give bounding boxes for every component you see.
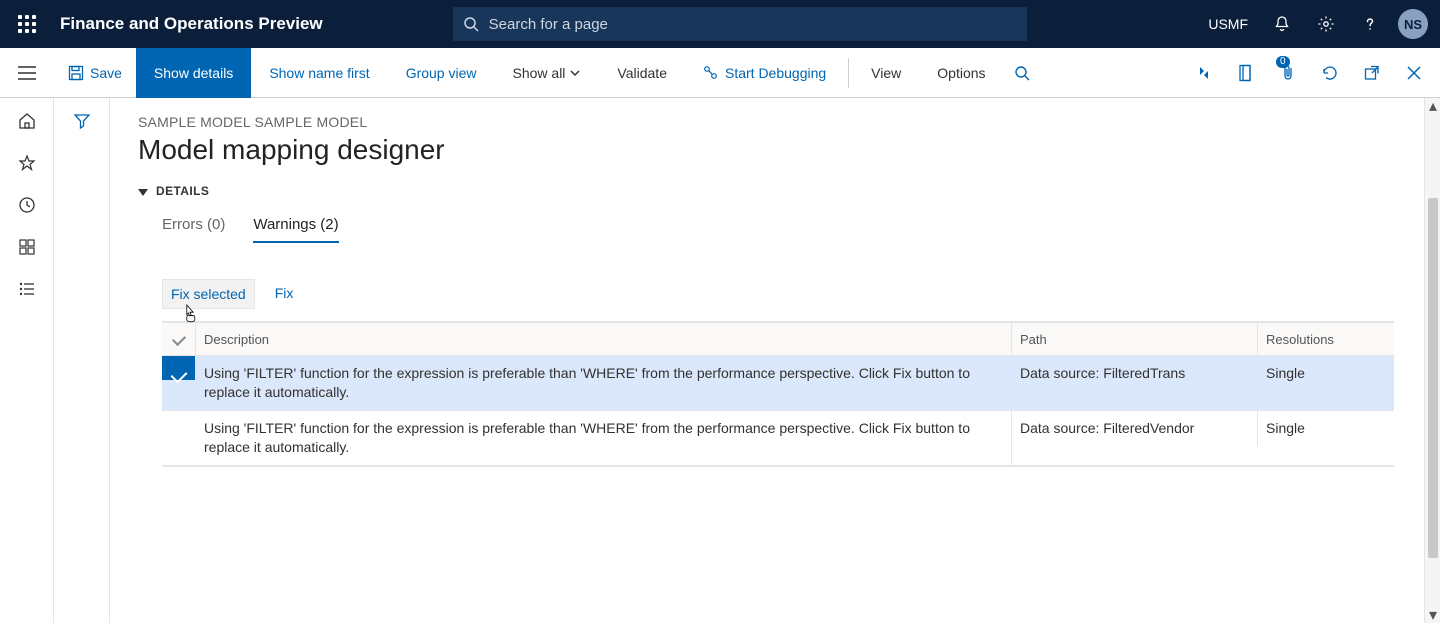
avatar[interactable]: NS <box>1398 9 1428 39</box>
save-icon <box>68 65 84 81</box>
collapse-caret-icon <box>138 189 148 196</box>
favorites-icon[interactable] <box>18 154 36 172</box>
settings-icon[interactable] <box>1306 0 1346 48</box>
refresh-icon[interactable] <box>1312 48 1348 98</box>
debug-icon <box>703 65 719 81</box>
tab-errors[interactable]: Errors (0) <box>162 212 225 243</box>
tab-warnings[interactable]: Warnings (2) <box>253 212 338 243</box>
attachments-count-badge: 0 <box>1276 56 1290 68</box>
cell-description: Using 'FILTER' function for the expressi… <box>196 411 1012 465</box>
filter-pane-collapsed <box>54 98 110 623</box>
close-icon[interactable] <box>1396 48 1432 98</box>
app-launcher-icon[interactable] <box>0 0 54 48</box>
cell-resolutions: Single <box>1258 411 1376 446</box>
show-details-button[interactable]: Show details <box>136 48 251 98</box>
cell-path: Data source: FilteredVendor <box>1012 411 1258 446</box>
column-header-path[interactable]: Path <box>1012 323 1258 355</box>
open-in-office-icon[interactable] <box>1228 48 1264 98</box>
table-row[interactable]: Using 'FILTER' function for the expressi… <box>162 411 1394 466</box>
fix-selected-button[interactable]: Fix selected <box>162 279 255 309</box>
vertical-scrollbar[interactable]: ▴ ▾ <box>1424 98 1440 623</box>
cell-path: Data source: FilteredTrans <box>1012 356 1258 391</box>
fix-button[interactable]: Fix <box>267 279 302 309</box>
group-view-button[interactable]: Group view <box>388 48 495 98</box>
cell-description: Using 'FILTER' function for the expressi… <box>196 356 1012 410</box>
show-name-first-button[interactable]: Show name first <box>251 48 387 98</box>
breadcrumb: SAMPLE MODEL SAMPLE MODEL <box>138 114 1418 130</box>
scroll-up-icon[interactable]: ▴ <box>1425 98 1440 114</box>
details-section-label: DETAILS <box>156 184 209 198</box>
separator <box>848 58 849 88</box>
filter-icon[interactable] <box>73 112 91 130</box>
help-icon[interactable] <box>1350 0 1390 48</box>
global-search-input[interactable] <box>489 16 1017 33</box>
table-header-row: Description Path Resolutions <box>162 322 1394 356</box>
view-menu[interactable]: View <box>853 48 919 98</box>
page-title: Model mapping designer <box>138 134 1418 166</box>
save-label: Save <box>90 65 122 81</box>
start-debugging-button[interactable]: Start Debugging <box>685 48 844 98</box>
tabs: Errors (0) Warnings (2) <box>138 212 1418 243</box>
details-section-header[interactable]: DETAILS <box>138 184 1418 198</box>
global-search[interactable] <box>453 7 1027 41</box>
search-icon <box>463 16 479 32</box>
left-nav <box>0 98 54 623</box>
show-all-dropdown[interactable]: Show all <box>495 48 600 98</box>
legal-entity-picker[interactable]: USMF <box>1198 16 1258 32</box>
row-selector[interactable] <box>162 356 196 380</box>
page-content: SAMPLE MODEL SAMPLE MODEL Model mapping … <box>110 98 1440 623</box>
start-debugging-label: Start Debugging <box>725 65 826 81</box>
global-topbar: Finance and Operations Preview USMF NS <box>0 0 1440 48</box>
recents-icon[interactable] <box>18 196 36 214</box>
scroll-down-icon[interactable]: ▾ <box>1425 607 1440 623</box>
home-icon[interactable] <box>18 112 36 130</box>
modules-icon[interactable] <box>18 280 36 298</box>
attachments-icon[interactable]: 0 <box>1270 48 1306 98</box>
table-row[interactable]: Using 'FILTER' function for the expressi… <box>162 356 1394 411</box>
cell-resolutions: Single <box>1258 356 1376 391</box>
chevron-down-icon <box>569 67 581 79</box>
table-actions: Fix selected Fix <box>138 279 1418 309</box>
column-header-description[interactable]: Description <box>196 323 1012 355</box>
scroll-thumb[interactable] <box>1428 198 1438 558</box>
popout-icon[interactable] <box>1354 48 1390 98</box>
save-button[interactable]: Save <box>54 48 136 98</box>
validate-button[interactable]: Validate <box>599 48 685 98</box>
expand-navigation-icon[interactable] <box>0 48 54 98</box>
column-header-resolutions[interactable]: Resolutions <box>1258 323 1376 355</box>
options-menu[interactable]: Options <box>919 48 1003 98</box>
page-search-icon[interactable] <box>1004 48 1040 98</box>
notifications-icon[interactable] <box>1262 0 1302 48</box>
workspaces-icon[interactable] <box>18 238 36 256</box>
select-all-header[interactable] <box>162 323 196 355</box>
show-all-label: Show all <box>513 65 566 81</box>
warnings-table: Description Path Resolutions Using 'FILT… <box>162 321 1394 467</box>
action-bar: Save Show details Show name first Group … <box>0 48 1440 98</box>
personalize-icon[interactable] <box>1186 48 1222 98</box>
app-title: Finance and Operations Preview <box>54 14 323 34</box>
